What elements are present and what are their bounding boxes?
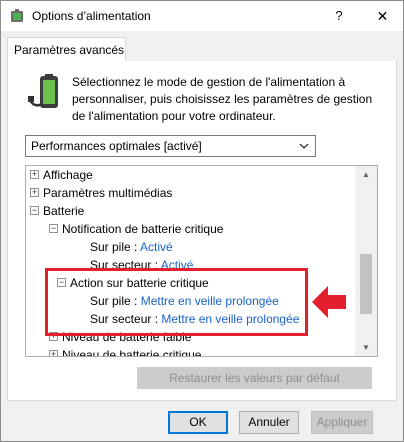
- tree-item-label: Paramètres multimédias: [43, 186, 173, 200]
- ok-button[interactable]: OK: [168, 411, 228, 434]
- tree-item-label: Niveau de batterie critique: [62, 348, 202, 357]
- tree-item-label: Affichage: [43, 168, 93, 182]
- cancel-button[interactable]: Annuler: [239, 411, 299, 434]
- tree-item-label: Notification de batterie critique: [62, 222, 224, 236]
- setting-value-link[interactable]: Activé: [140, 240, 173, 254]
- setting-label: Sur pile :: [90, 240, 141, 254]
- collapse-icon[interactable]: −: [49, 224, 58, 233]
- close-button[interactable]: ✕: [362, 1, 403, 31]
- scroll-up-icon[interactable]: ▲: [355, 166, 377, 183]
- red-arrow-icon: [312, 286, 346, 318]
- collapse-icon[interactable]: −: [30, 206, 39, 215]
- power-battery-icon: [28, 74, 58, 108]
- tree-item-label: Batterie: [43, 204, 85, 218]
- expand-icon[interactable]: +: [30, 188, 39, 197]
- annotation-highlight-box: [45, 268, 308, 336]
- power-options-window: Options d’alimentation ? ✕ Paramètres av…: [0, 0, 404, 442]
- restore-defaults-button[interactable]: Restaurer les valeurs par défaut: [137, 367, 372, 389]
- window-title: Options d’alimentation: [32, 9, 151, 23]
- help-button[interactable]: ?: [319, 1, 359, 31]
- tab-advanced-settings[interactable]: Paramètres avancés: [7, 37, 126, 62]
- tree-scrollbar[interactable]: ▲ ▼: [355, 166, 377, 356]
- expand-icon[interactable]: +: [49, 350, 58, 356]
- battery-icon: [11, 9, 23, 22]
- scrollbar-thumb[interactable]: [360, 254, 372, 314]
- title-bar: Options d’alimentation ? ✕: [1, 1, 403, 31]
- power-plan-select[interactable]: Performances optimales [activé]: [25, 135, 316, 157]
- expand-icon[interactable]: +: [30, 170, 39, 179]
- description-text: Sélectionnez le mode de gestion de l'ali…: [72, 75, 373, 123]
- scroll-down-icon[interactable]: ▼: [355, 339, 377, 356]
- chevron-down-icon: [299, 143, 309, 149]
- apply-button[interactable]: Appliquer: [311, 411, 373, 434]
- power-plan-selected-value: Performances optimales [activé]: [31, 139, 202, 153]
- tree-setting-on-battery[interactable]: Sur pile : Activé: [90, 238, 173, 256]
